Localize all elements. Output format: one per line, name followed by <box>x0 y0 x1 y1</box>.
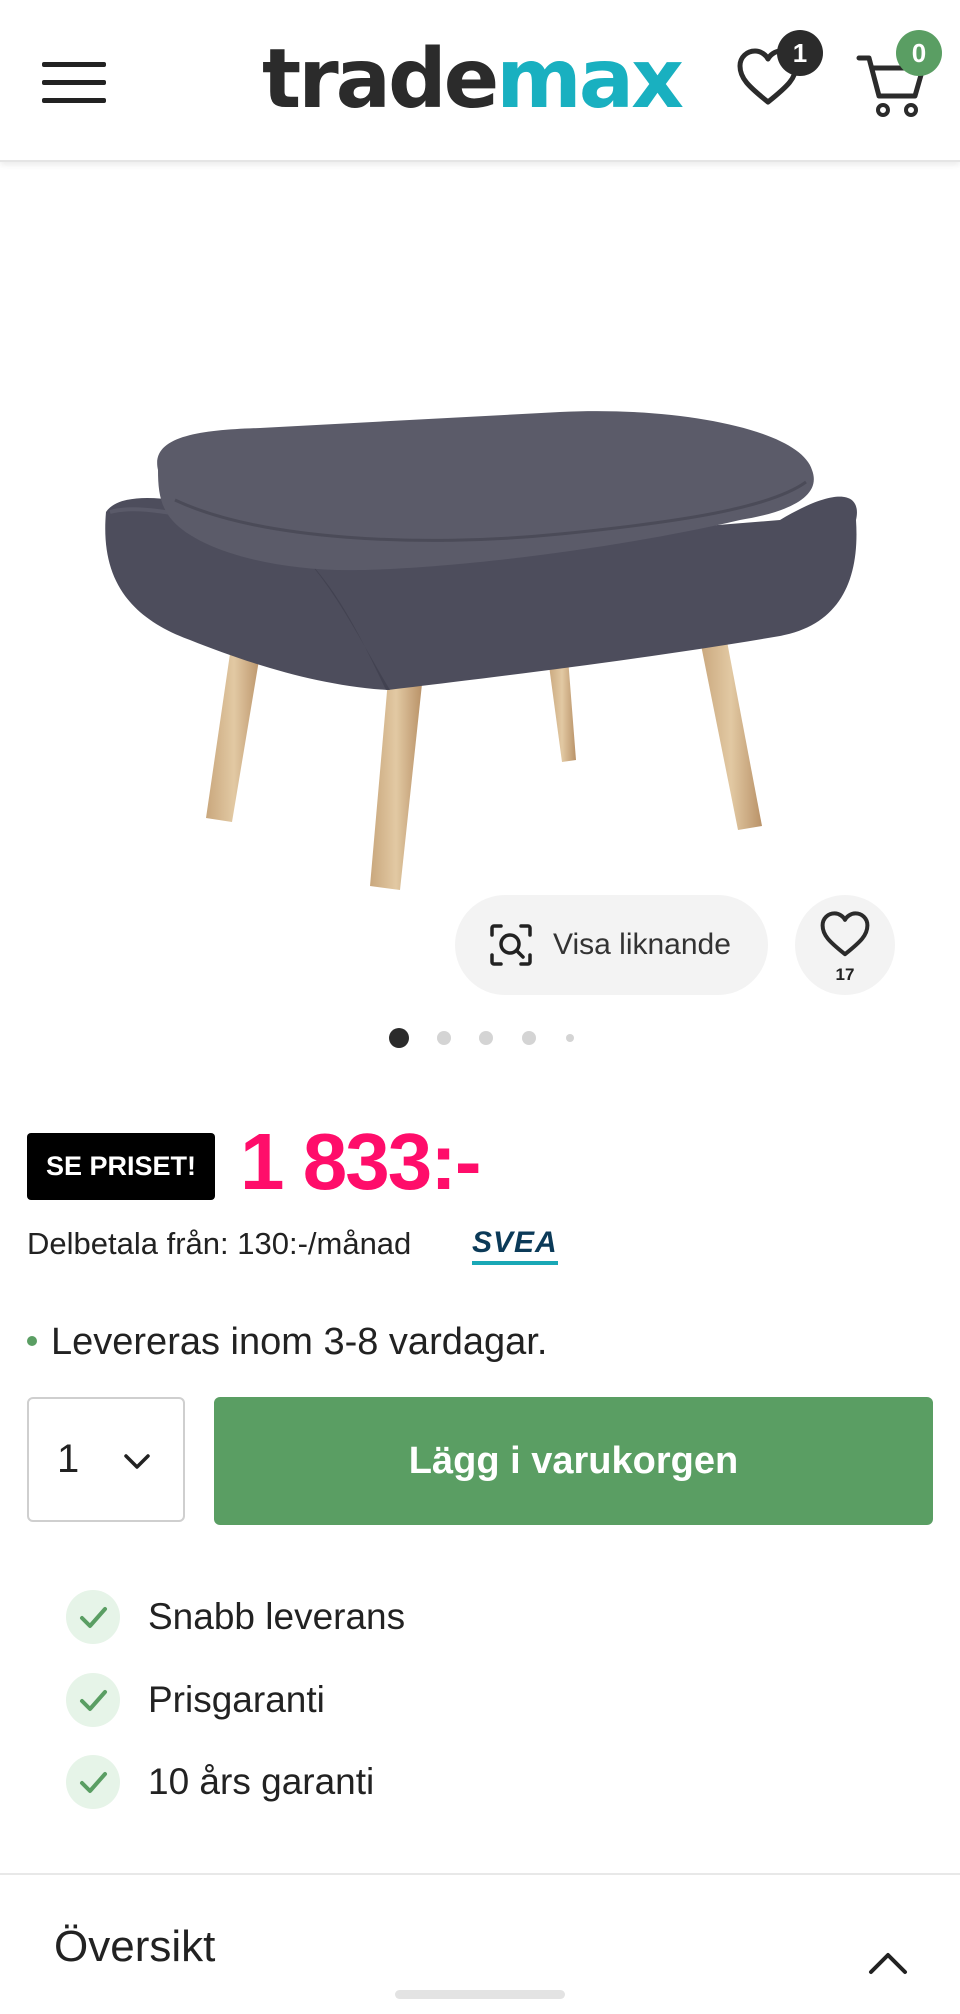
product-price: 1 833:- <box>240 1117 481 1206</box>
usp-item: Snabb leverans <box>66 1589 405 1645</box>
heart-icon <box>820 911 870 957</box>
favorite-button[interactable]: 17 <box>795 895 895 995</box>
show-similar-button[interactable]: Visa liknande <box>455 895 768 995</box>
carousel-dot-5[interactable] <box>566 1034 574 1042</box>
checkmark-icon <box>66 1590 120 1644</box>
checkmark-icon <box>66 1673 120 1727</box>
carousel-dot-3[interactable] <box>479 1031 493 1045</box>
installment-text: Delbetala från: 130:-/månad <box>27 1226 412 1261</box>
usp-item: 10 års garanti <box>66 1754 374 1810</box>
carousel-dot-4[interactable] <box>522 1031 536 1045</box>
favorite-count: 17 <box>835 965 855 984</box>
quantity-value: 1 <box>57 1437 80 1481</box>
logo-text-max: max <box>496 32 684 127</box>
carousel-dot-2[interactable] <box>437 1031 451 1045</box>
logo-text-trade: trade <box>262 32 499 127</box>
quantity-select[interactable]: 1 <box>27 1397 185 1522</box>
in-stock-dot-icon <box>27 1335 37 1346</box>
chevron-down-icon <box>124 1454 150 1469</box>
site-header: trademax 1 0 <box>0 0 960 162</box>
usp-item: Prisgaranti <box>66 1672 325 1728</box>
cart-count-badge: 0 <box>896 30 942 76</box>
chevron-up-icon <box>869 1953 907 1974</box>
usp-label: Snabb leverans <box>148 1596 406 1637</box>
carousel-indicator <box>0 1028 960 1048</box>
delivery-text: Levereras inom 3-8 vardagar. <box>51 1321 548 1363</box>
usp-label: Prisgaranti <box>148 1679 325 1720</box>
add-to-cart-button[interactable]: Lägg i varukorgen <box>214 1397 933 1525</box>
visual-search-icon <box>490 924 532 966</box>
wishlist-count-badge: 1 <box>777 30 823 76</box>
svea-logo: SVEA <box>472 1226 558 1265</box>
carousel-dot-1[interactable] <box>389 1028 409 1048</box>
delivery-info: Levereras inom 3-8 vardagar. <box>27 1318 547 1366</box>
hamburger-menu-icon[interactable] <box>40 58 110 106</box>
show-similar-label: Visa liknande <box>553 928 731 961</box>
usp-label: 10 års garanti <box>148 1761 375 1802</box>
price-badge: SE PRISET! <box>27 1133 215 1200</box>
trademax-logo[interactable]: trademax <box>262 30 684 130</box>
checkmark-icon <box>66 1755 120 1809</box>
overview-accordion-header[interactable]: Översikt <box>0 1875 960 1995</box>
overview-title: Översikt <box>54 1922 216 1971</box>
home-indicator <box>395 1990 565 1999</box>
